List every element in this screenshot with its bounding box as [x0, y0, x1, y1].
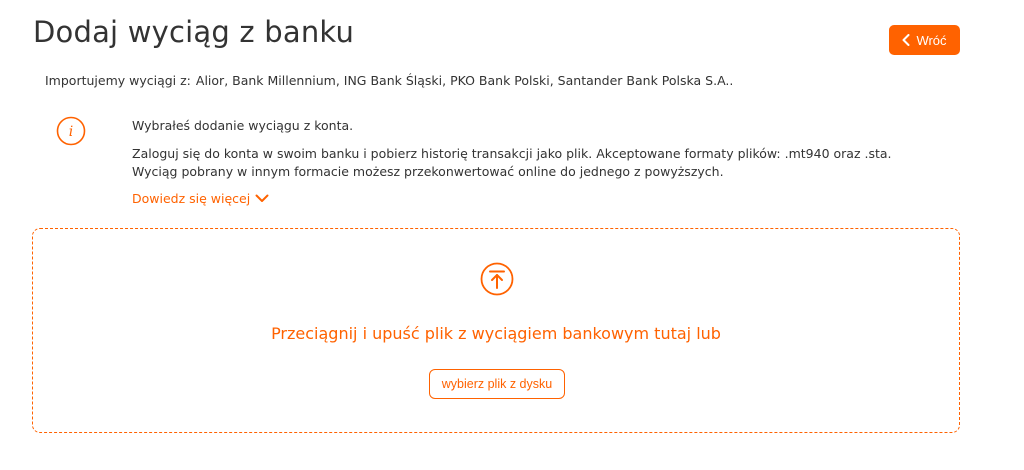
import-banks-line: Importujemy wyciągi z: Alior, Bank Millen…	[45, 73, 733, 88]
info-line-selected: Wybrałeś dodanie wyciągu z konta.	[132, 118, 354, 133]
import-bank-list: Alior, Bank Millennium, ING Bank Śląski,…	[195, 73, 734, 88]
info-line-conversion: Wyciąg pobrany w innym formacie możesz p…	[132, 164, 724, 179]
page-title: Dodaj wyciąg z banku	[33, 15, 355, 49]
info-icon: i	[56, 116, 86, 146]
upload-icon	[480, 262, 514, 296]
svg-text:i: i	[69, 124, 73, 140]
chevron-down-icon	[255, 194, 269, 202]
chevron-left-icon	[902, 34, 910, 46]
choose-file-button[interactable]: wybierz plik z dysku	[429, 369, 565, 399]
dropzone-text: Przeciągnij i upuść plik z wyciągiem ban…	[271, 324, 721, 343]
learn-more-label: Dowiedz się więcej	[132, 191, 251, 206]
back-button[interactable]: Wróć	[889, 25, 960, 55]
file-dropzone[interactable]: Przeciągnij i upuść plik z wyciągiem ban…	[32, 228, 960, 433]
info-line-instructions: Zaloguj się do konta w swoim banku i pob…	[132, 146, 892, 161]
learn-more-link[interactable]: Dowiedz się więcej	[132, 191, 269, 206]
import-prefix: Importujemy wyciągi z:	[45, 73, 191, 88]
back-button-label: Wróć	[916, 32, 947, 48]
